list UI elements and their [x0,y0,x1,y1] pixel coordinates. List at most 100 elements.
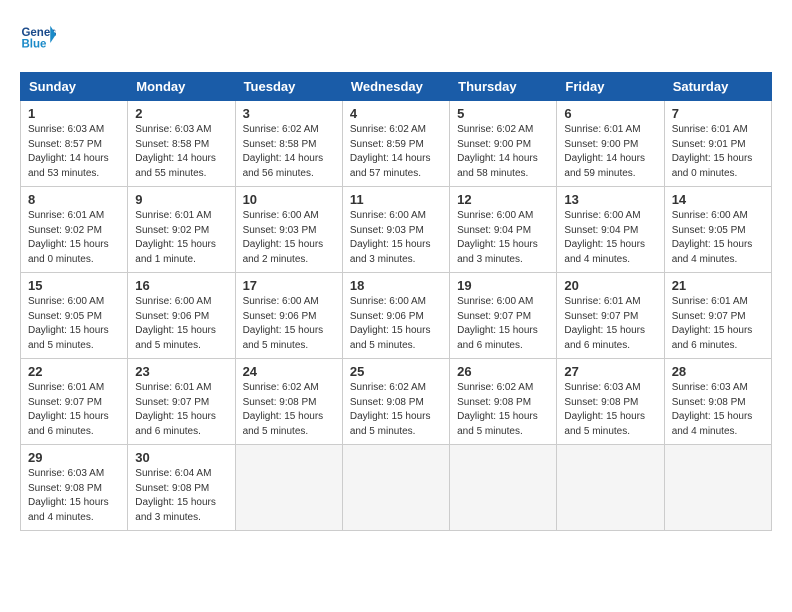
day-number: 24 [243,364,335,379]
calendar-table: SundayMondayTuesdayWednesdayThursdayFrid… [20,72,772,531]
empty-cell [235,445,342,531]
day-cell-26: 26 Sunrise: 6:02 AMSunset: 9:08 PMDaylig… [450,359,557,445]
logo: General Blue [20,20,56,56]
day-number: 19 [457,278,549,293]
day-number: 12 [457,192,549,207]
weekday-header-thursday: Thursday [450,73,557,101]
day-info: Sunrise: 6:01 AMSunset: 9:07 PMDaylight:… [135,381,227,439]
day-number: 6 [564,106,656,121]
day-number: 17 [243,278,335,293]
day-cell-23: 23 Sunrise: 6:01 AMSunset: 9:07 PMDaylig… [128,359,235,445]
day-cell-20: 20 Sunrise: 6:01 AMSunset: 9:07 PMDaylig… [557,273,664,359]
calendar-row: 8 Sunrise: 6:01 AMSunset: 9:02 PMDayligh… [21,187,772,273]
day-number: 21 [672,278,764,293]
day-info: Sunrise: 6:00 AMSunset: 9:05 PMDaylight:… [28,295,120,353]
day-cell-5: 5 Sunrise: 6:02 AMSunset: 9:00 PMDayligh… [450,101,557,187]
day-info: Sunrise: 6:00 AMSunset: 9:06 PMDaylight:… [243,295,335,353]
day-info: Sunrise: 6:03 AMSunset: 8:57 PMDaylight:… [28,123,120,181]
day-number: 30 [135,450,227,465]
day-cell-28: 28 Sunrise: 6:03 AMSunset: 9:08 PMDaylig… [664,359,771,445]
weekday-header-wednesday: Wednesday [342,73,449,101]
calendar-row: 29 Sunrise: 6:03 AMSunset: 9:08 PMDaylig… [21,445,772,531]
day-info: Sunrise: 6:03 AMSunset: 9:08 PMDaylight:… [564,381,656,439]
day-cell-22: 22 Sunrise: 6:01 AMSunset: 9:07 PMDaylig… [21,359,128,445]
day-info: Sunrise: 6:00 AMSunset: 9:06 PMDaylight:… [350,295,442,353]
day-info: Sunrise: 6:00 AMSunset: 9:07 PMDaylight:… [457,295,549,353]
day-number: 5 [457,106,549,121]
day-number: 4 [350,106,442,121]
day-number: 7 [672,106,764,121]
weekday-header-friday: Friday [557,73,664,101]
day-info: Sunrise: 6:00 AMSunset: 9:06 PMDaylight:… [135,295,227,353]
weekday-header-sunday: Sunday [21,73,128,101]
day-cell-8: 8 Sunrise: 6:01 AMSunset: 9:02 PMDayligh… [21,187,128,273]
day-info: Sunrise: 6:03 AMSunset: 8:58 PMDaylight:… [135,123,227,181]
day-info: Sunrise: 6:02 AMSunset: 9:00 PMDaylight:… [457,123,549,181]
day-cell-27: 27 Sunrise: 6:03 AMSunset: 9:08 PMDaylig… [557,359,664,445]
day-cell-14: 14 Sunrise: 6:00 AMSunset: 9:05 PMDaylig… [664,187,771,273]
day-number: 25 [350,364,442,379]
day-info: Sunrise: 6:02 AMSunset: 9:08 PMDaylight:… [350,381,442,439]
day-number: 20 [564,278,656,293]
svg-text:Blue: Blue [21,38,47,50]
day-cell-19: 19 Sunrise: 6:00 AMSunset: 9:07 PMDaylig… [450,273,557,359]
day-info: Sunrise: 6:04 AMSunset: 9:08 PMDaylight:… [135,467,227,525]
weekday-header-monday: Monday [128,73,235,101]
day-number: 15 [28,278,120,293]
empty-cell [342,445,449,531]
day-info: Sunrise: 6:00 AMSunset: 9:04 PMDaylight:… [457,209,549,267]
day-number: 22 [28,364,120,379]
day-info: Sunrise: 6:01 AMSunset: 9:01 PMDaylight:… [672,123,764,181]
day-number: 8 [28,192,120,207]
weekday-header-tuesday: Tuesday [235,73,342,101]
day-number: 27 [564,364,656,379]
empty-cell [664,445,771,531]
calendar-row: 22 Sunrise: 6:01 AMSunset: 9:07 PMDaylig… [21,359,772,445]
day-info: Sunrise: 6:02 AMSunset: 9:08 PMDaylight:… [243,381,335,439]
day-number: 1 [28,106,120,121]
calendar-row: 1 Sunrise: 6:03 AMSunset: 8:57 PMDayligh… [21,101,772,187]
day-number: 28 [672,364,764,379]
day-number: 14 [672,192,764,207]
day-cell-16: 16 Sunrise: 6:00 AMSunset: 9:06 PMDaylig… [128,273,235,359]
day-number: 29 [28,450,120,465]
day-number: 23 [135,364,227,379]
logo-icon: General Blue [20,20,56,56]
day-number: 9 [135,192,227,207]
day-info: Sunrise: 6:01 AMSunset: 9:00 PMDaylight:… [564,123,656,181]
day-number: 26 [457,364,549,379]
day-info: Sunrise: 6:01 AMSunset: 9:02 PMDaylight:… [135,209,227,267]
day-cell-4: 4 Sunrise: 6:02 AMSunset: 8:59 PMDayligh… [342,101,449,187]
day-cell-12: 12 Sunrise: 6:00 AMSunset: 9:04 PMDaylig… [450,187,557,273]
day-cell-29: 29 Sunrise: 6:03 AMSunset: 9:08 PMDaylig… [21,445,128,531]
weekday-header-row: SundayMondayTuesdayWednesdayThursdayFrid… [21,73,772,101]
calendar-row: 15 Sunrise: 6:00 AMSunset: 9:05 PMDaylig… [21,273,772,359]
day-cell-18: 18 Sunrise: 6:00 AMSunset: 9:06 PMDaylig… [342,273,449,359]
weekday-header-saturday: Saturday [664,73,771,101]
page-header: General Blue [20,20,772,56]
day-info: Sunrise: 6:00 AMSunset: 9:05 PMDaylight:… [672,209,764,267]
day-cell-17: 17 Sunrise: 6:00 AMSunset: 9:06 PMDaylig… [235,273,342,359]
day-number: 13 [564,192,656,207]
day-number: 10 [243,192,335,207]
day-cell-24: 24 Sunrise: 6:02 AMSunset: 9:08 PMDaylig… [235,359,342,445]
day-cell-21: 21 Sunrise: 6:01 AMSunset: 9:07 PMDaylig… [664,273,771,359]
day-cell-3: 3 Sunrise: 6:02 AMSunset: 8:58 PMDayligh… [235,101,342,187]
day-info: Sunrise: 6:02 AMSunset: 9:08 PMDaylight:… [457,381,549,439]
day-cell-13: 13 Sunrise: 6:00 AMSunset: 9:04 PMDaylig… [557,187,664,273]
day-info: Sunrise: 6:02 AMSunset: 8:59 PMDaylight:… [350,123,442,181]
day-info: Sunrise: 6:01 AMSunset: 9:02 PMDaylight:… [28,209,120,267]
day-info: Sunrise: 6:01 AMSunset: 9:07 PMDaylight:… [564,295,656,353]
day-info: Sunrise: 6:01 AMSunset: 9:07 PMDaylight:… [672,295,764,353]
day-info: Sunrise: 6:03 AMSunset: 9:08 PMDaylight:… [28,467,120,525]
day-cell-30: 30 Sunrise: 6:04 AMSunset: 9:08 PMDaylig… [128,445,235,531]
day-info: Sunrise: 6:00 AMSunset: 9:04 PMDaylight:… [564,209,656,267]
day-info: Sunrise: 6:00 AMSunset: 9:03 PMDaylight:… [243,209,335,267]
day-number: 3 [243,106,335,121]
day-number: 16 [135,278,227,293]
day-number: 2 [135,106,227,121]
day-cell-1: 1 Sunrise: 6:03 AMSunset: 8:57 PMDayligh… [21,101,128,187]
empty-cell [557,445,664,531]
day-number: 11 [350,192,442,207]
day-cell-25: 25 Sunrise: 6:02 AMSunset: 9:08 PMDaylig… [342,359,449,445]
